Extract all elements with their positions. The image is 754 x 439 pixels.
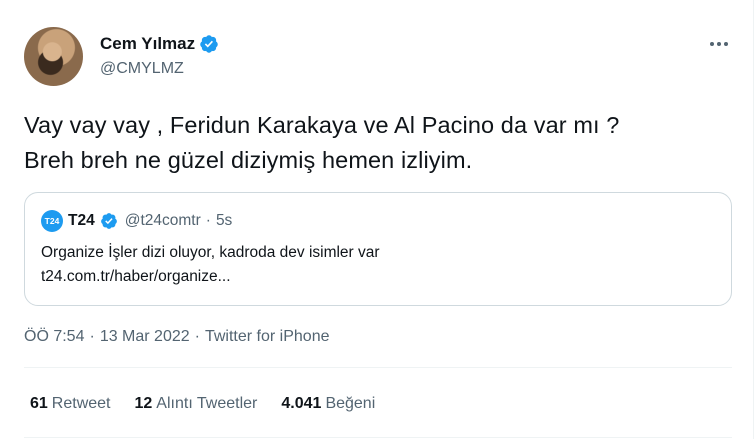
tweet-stats: 61 Retweet 12 Alıntı Tweetler 4.041 Beğeni	[30, 395, 375, 413]
retweet-count: 61	[30, 395, 48, 412]
quoted-tweet-header: T24 T24 @t24comtr · 5s	[41, 210, 232, 232]
quoted-text-line: Organize İşler dizi oluyor, kadroda dev …	[41, 244, 380, 261]
divider	[24, 437, 732, 438]
tweet-card: Cem Yılmaz @CMYLMZ Vay vay vay , Feridun…	[0, 0, 754, 439]
quoted-avatar: T24	[41, 210, 63, 232]
quote-count: 12	[134, 395, 153, 412]
tweet-text: Vay vay vay , Feridun Karakaya ve Al Pac…	[24, 108, 736, 178]
more-horizontal-icon	[717, 42, 721, 46]
quoted-link-text: t24.com.tr/haber/organize...	[41, 268, 231, 285]
quoted-display-name: T24	[68, 212, 95, 229]
verified-badge-icon	[100, 213, 117, 229]
author-handle[interactable]: @CMYLMZ	[100, 60, 184, 78]
separator-dot: ·	[205, 212, 211, 229]
divider	[24, 367, 732, 368]
tweet-date[interactable]: 13 Mar 2022	[100, 328, 190, 346]
tweet-text-line: Vay vay vay , Feridun Karakaya ve Al Pac…	[24, 112, 620, 138]
author-display-name[interactable]: Cem Yılmaz	[100, 34, 195, 54]
more-horizontal-icon	[710, 42, 714, 46]
avatar[interactable]	[24, 27, 83, 86]
quoted-timestamp: 5s	[215, 212, 233, 229]
quote-tweets-stat[interactable]: 12 Alıntı Tweetler	[135, 395, 258, 413]
quoted-tweet-body: Organize İşler dizi oluyor, kadroda dev …	[41, 241, 380, 289]
likes-stat[interactable]: 4.041 Beğeni	[281, 395, 375, 413]
tweet-meta: ÖÖ 7:54 · 13 Mar 2022 · Twitter for iPho…	[24, 328, 329, 346]
tweet-text-line: Breh breh ne güzel diziymiş hemen izliyi…	[24, 147, 473, 173]
tweet-time[interactable]: ÖÖ 7:54	[24, 328, 84, 346]
separator-dot: ·	[89, 328, 95, 345]
more-options-button[interactable]	[707, 34, 731, 54]
quote-label: Alıntı Tweetler	[156, 395, 258, 412]
like-label: Beğeni	[325, 395, 376, 412]
retweet-label: Retweet	[51, 395, 111, 412]
more-horizontal-icon	[724, 42, 728, 46]
tweet-source[interactable]: Twitter for iPhone	[205, 328, 330, 346]
verified-badge-icon	[200, 35, 218, 53]
separator-dot: ·	[194, 328, 200, 345]
quoted-handle: @t24comtr	[124, 212, 201, 229]
retweets-stat[interactable]: 61 Retweet	[30, 395, 111, 413]
author-name-row: Cem Yılmaz	[100, 34, 219, 54]
quoted-tweet[interactable]: T24 T24 @t24comtr · 5s Organize İşler di…	[24, 192, 732, 306]
like-count: 4.041	[281, 395, 322, 412]
